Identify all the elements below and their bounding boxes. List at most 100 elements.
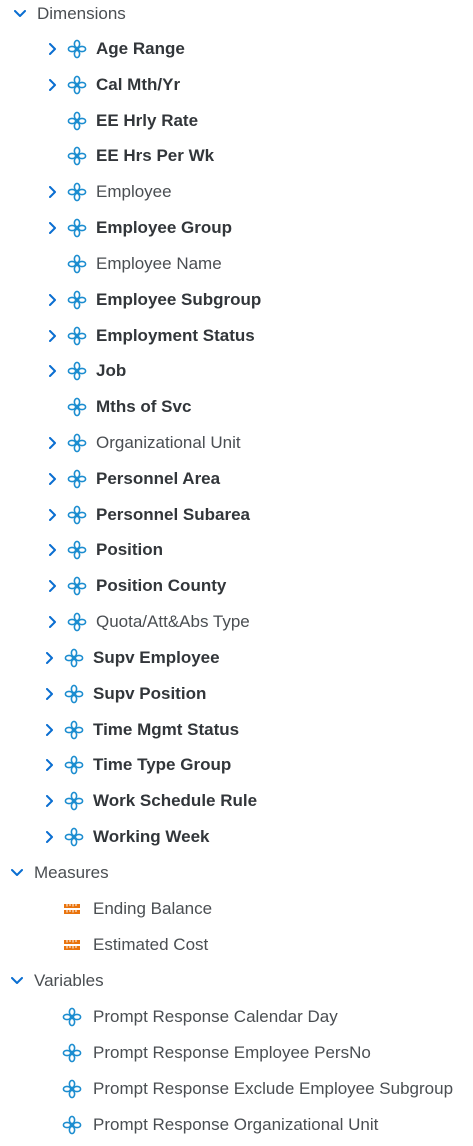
- chevron-right-icon[interactable]: [47, 186, 59, 199]
- chevron-right-icon[interactable]: [47, 43, 59, 55]
- chevron-right-icon[interactable]: [47, 508, 59, 521]
- dimension-icon: [67, 111, 87, 131]
- tree-item-supv-employee[interactable]: Supv Employee: [0, 641, 473, 675]
- dimension-icon: [67, 361, 87, 381]
- chevron-right-icon[interactable]: [47, 78, 59, 91]
- tree-item-label: Personnel Area: [96, 468, 221, 488]
- tree-item-label: Employment Status: [96, 325, 255, 345]
- dimension-icon: [67, 540, 87, 560]
- tree-item-label: Employee: [96, 182, 172, 202]
- tree-item-job[interactable]: Job: [0, 354, 473, 388]
- tree-item-label: Personnel Subarea: [96, 504, 251, 524]
- tree-item-cal-mth-yr[interactable]: Cal Mth/Yr: [0, 68, 473, 102]
- section-variables[interactable]: Variables: [0, 964, 473, 998]
- tree-item-label: Ending Balance: [93, 899, 213, 918]
- chevron-down-icon[interactable]: [14, 8, 26, 20]
- tree-item-label: Job: [96, 361, 127, 381]
- tree-item-label: Prompt Response Exclude Employee Subgrou…: [93, 1078, 454, 1098]
- model-tree-panel: { "tree": { "sections": [ { "label": "Di…: [0, 0, 473, 1146]
- chevron-right-icon[interactable]: [47, 580, 59, 593]
- dimension-icon: [64, 684, 84, 704]
- dimension-icon: [67, 182, 87, 202]
- tree-item-employee[interactable]: Employee: [0, 175, 473, 209]
- dimension-icon: [67, 254, 87, 274]
- tree-item-label: Time Mgmt Status: [93, 719, 240, 739]
- tree-item-employment-status[interactable]: Employment Status: [0, 319, 473, 353]
- section-measures[interactable]: Measures: [0, 856, 473, 890]
- tree-item-prompt-response-exclude-employee-subgroup[interactable]: Prompt Response Exclude Employee Subgrou…: [0, 1072, 473, 1106]
- chevron-right-icon[interactable]: [47, 544, 59, 557]
- tree-item-label: EE Hrs Per Wk: [96, 146, 215, 166]
- dimension-icon: [67, 576, 87, 596]
- dimension-icon: [67, 290, 87, 310]
- chevron-right-icon[interactable]: [47, 329, 59, 342]
- chevron-right-icon[interactable]: [47, 222, 59, 235]
- tree-item-work-schedule-rule[interactable]: Work Schedule Rule: [0, 784, 473, 818]
- tree-item-position[interactable]: Position: [0, 533, 473, 567]
- tree-item-time-type-group[interactable]: Time Type Group: [0, 748, 473, 782]
- tree-item-supv-position[interactable]: Supv Position: [0, 677, 473, 711]
- chevron-right-icon[interactable]: [47, 365, 59, 378]
- dimension-icon: [67, 505, 87, 525]
- tree-item-label: Employee Name: [96, 253, 222, 273]
- tree-item-personnel-area[interactable]: Personnel Area: [0, 462, 473, 496]
- tree-item-time-mgmt-status[interactable]: Time Mgmt Status: [0, 713, 473, 747]
- tree-item-mths-of-svc[interactable]: Mths of Svc: [0, 390, 473, 424]
- tree-item-ee-hrs-per-wk[interactable]: EE Hrs Per Wk: [0, 139, 473, 173]
- chevron-right-icon[interactable]: [47, 616, 59, 629]
- dimension-icon: [67, 612, 87, 632]
- tree-item-prompt-response-employee-persno[interactable]: Prompt Response Employee PersNo: [0, 1036, 473, 1070]
- tree-item-label: Quota/Att&Abs Type: [96, 612, 250, 632]
- dimension-icon: [67, 397, 87, 417]
- tree-item-label: Mths of Svc: [96, 397, 192, 417]
- section-label: Dimensions: [37, 4, 126, 23]
- dimension-icon: [62, 1007, 82, 1027]
- tree-item-estimated-cost[interactable]: Estimated Cost: [0, 928, 473, 962]
- dimension-icon: [67, 433, 87, 453]
- tree-item-ee-hrly-rate[interactable]: EE Hrly Rate: [0, 104, 473, 138]
- tree-item-label: Employee Subgroup: [96, 289, 262, 309]
- tree-item-personnel-subarea[interactable]: Personnel Subarea: [0, 498, 473, 532]
- tree-item-label: Employee Group: [96, 218, 233, 238]
- section-label: Variables: [34, 971, 104, 990]
- chevron-right-icon[interactable]: [44, 795, 56, 808]
- tree-item-employee-group[interactable]: Employee Group: [0, 211, 473, 245]
- chevron-right-icon[interactable]: [47, 437, 59, 449]
- chevron-right-icon[interactable]: [44, 651, 56, 664]
- chevron-right-icon[interactable]: [47, 472, 59, 485]
- tree-item-working-week[interactable]: Working Week: [0, 820, 473, 854]
- tree-item-label: Supv Position: [93, 683, 207, 703]
- chevron-right-icon[interactable]: [44, 759, 56, 772]
- dimension-icon: [64, 648, 84, 668]
- tree-item-label: Position: [96, 540, 164, 560]
- tree-item-prompt-response-calendar-day[interactable]: Prompt Response Calendar Day: [0, 1000, 473, 1034]
- chevron-right-icon[interactable]: [44, 831, 56, 843]
- chevron-right-icon[interactable]: [47, 293, 59, 306]
- dimension-icon: [64, 827, 84, 847]
- tree-item-age-range[interactable]: Age Range: [0, 32, 473, 66]
- section-dimensions[interactable]: Dimensions: [0, 0, 473, 31]
- tree-item-position-county[interactable]: Position County: [0, 569, 473, 603]
- chevron-right-icon[interactable]: [44, 723, 56, 736]
- dimension-icon: [62, 1079, 82, 1099]
- section-label: Measures: [34, 863, 109, 882]
- tree-item-employee-subgroup[interactable]: Employee Subgroup: [0, 283, 473, 317]
- tree-item-ending-balance[interactable]: Ending Balance: [0, 892, 473, 926]
- tree-item-label: Organizational Unit: [96, 433, 241, 452]
- tree-item-prompt-response-organizational-unit[interactable]: Prompt Response Organizational Unit: [0, 1108, 473, 1142]
- dimension-icon: [64, 791, 84, 811]
- tree-item-organizational-unit[interactable]: Organizational Unit: [0, 426, 473, 460]
- tree-item-employee-name[interactable]: Employee Name: [0, 247, 473, 281]
- chevron-down-icon[interactable]: [11, 867, 23, 879]
- tree-item-label: Prompt Response Employee PersNo: [93, 1042, 371, 1062]
- chevron-down-icon[interactable]: [11, 975, 23, 987]
- dimension-icon: [67, 218, 87, 238]
- dimension-icon: [64, 720, 84, 740]
- tree-item-label: Position County: [96, 576, 227, 596]
- tree-item-quota-att-abs-type[interactable]: Quota/Att&Abs Type: [0, 605, 473, 639]
- tree-item-label: Working Week: [93, 827, 210, 846]
- dimension-icon: [62, 1115, 82, 1135]
- chevron-right-icon[interactable]: [44, 687, 56, 700]
- dimension-icon: [67, 469, 87, 489]
- measure-icon: [62, 935, 82, 955]
